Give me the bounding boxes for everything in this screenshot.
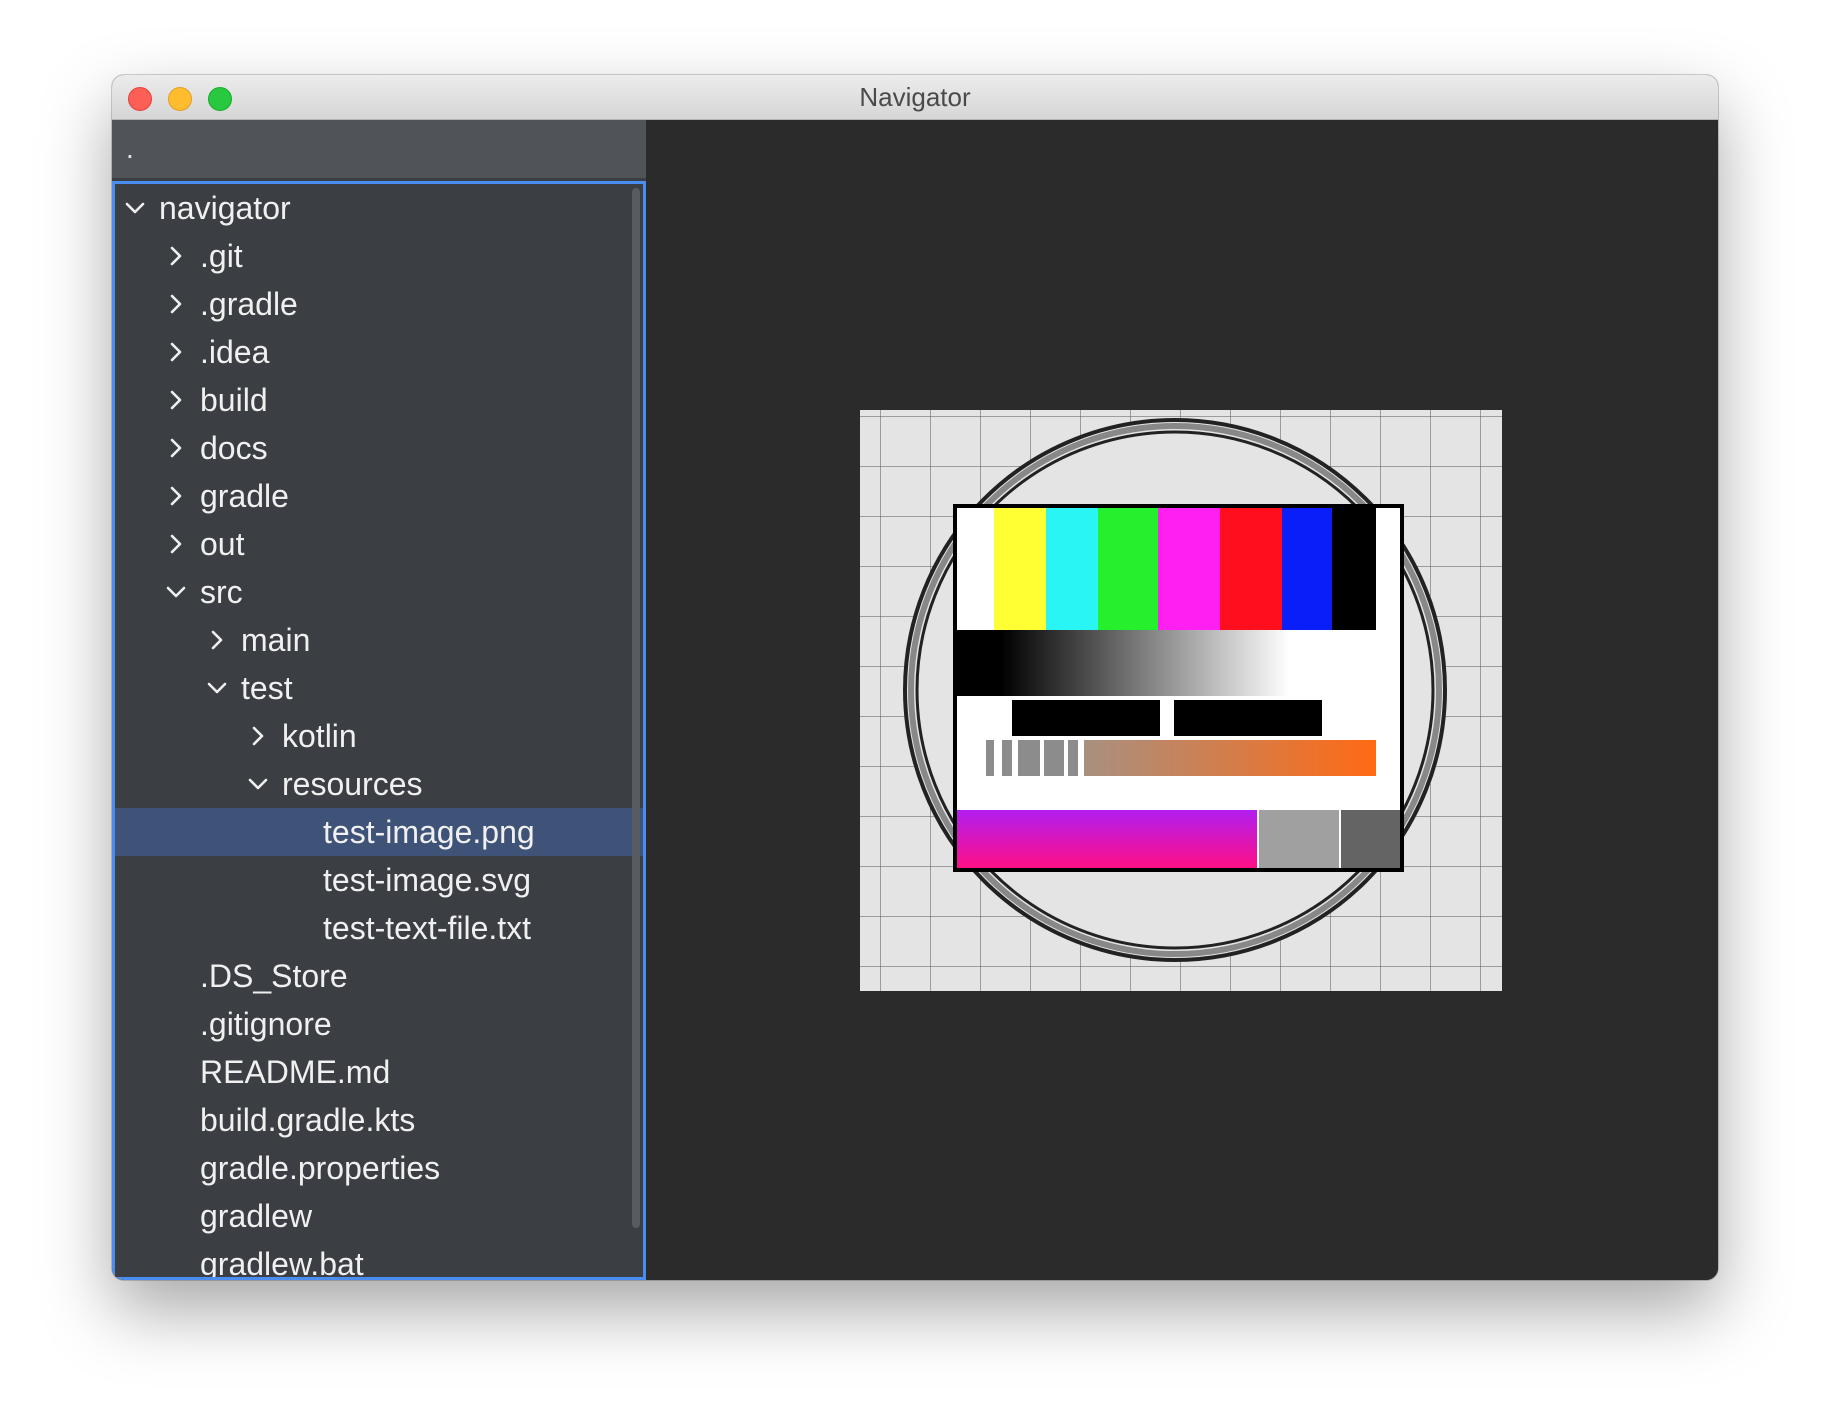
tree-row-label: .DS_Store (200, 958, 348, 994)
tree-row-label: test-text-file.txt (323, 910, 532, 946)
tree-row[interactable]: test (115, 664, 643, 712)
tree-row[interactable]: gradle.properties (115, 1144, 643, 1192)
tree-row-label: out (200, 526, 245, 562)
tree-row-label: .gitignore (200, 1006, 332, 1042)
tree-row-label: src (200, 574, 243, 610)
chevron-right-icon[interactable] (164, 484, 188, 508)
tree-row[interactable]: kotlin (115, 712, 643, 760)
file-tree-list: navigator .git .gradle .idea build docs gradle… (115, 184, 643, 1280)
preview-pane (646, 120, 1718, 1280)
tree-row[interactable]: test-image.svg (115, 856, 643, 904)
tree-row[interactable]: out (115, 520, 643, 568)
tree-row-label: resources (282, 766, 423, 802)
tree-row[interactable]: README.md (115, 1048, 643, 1096)
tree-row-label: gradlew (200, 1198, 313, 1234)
tree-row-label: gradlew.bat (200, 1246, 364, 1280)
chevron-right-icon[interactable] (164, 292, 188, 316)
chevron-right-icon[interactable] (246, 724, 270, 748)
tree-row-label: gradle.properties (200, 1150, 441, 1186)
tree-row[interactable]: docs (115, 424, 643, 472)
tree-row-label: build (200, 382, 268, 418)
tree-row[interactable]: .DS_Store (115, 952, 643, 1000)
tree-row[interactable]: .git (115, 232, 643, 280)
tree-row-label: test (241, 670, 293, 706)
tree-row[interactable]: .gitignore (115, 1000, 643, 1048)
tree-row[interactable]: .gradle (115, 280, 643, 328)
tree-row[interactable]: test-image.png (115, 808, 643, 856)
chevron-down-icon[interactable] (123, 196, 147, 220)
chevron-right-icon[interactable] (164, 244, 188, 268)
chevron-right-icon[interactable] (164, 388, 188, 412)
tree-row-label: build.gradle.kts (200, 1102, 416, 1138)
path-bar[interactable]: . (112, 120, 646, 178)
tree-row[interactable]: main (115, 616, 643, 664)
tree-row[interactable]: build (115, 376, 643, 424)
tree-row[interactable]: build.gradle.kts (115, 1096, 643, 1144)
tree-row[interactable]: .idea (115, 328, 643, 376)
file-tree[interactable]: navigator .git .gradle .idea build docs gradle… (112, 181, 646, 1280)
tree-scrollbar[interactable] (632, 188, 640, 1228)
tree-row-label: docs (200, 430, 268, 466)
tree-row[interactable]: src (115, 568, 643, 616)
chevron-down-icon[interactable] (164, 580, 188, 604)
tree-row-label: test-image.svg (323, 862, 532, 898)
tree-row-label: gradle (200, 478, 289, 514)
tree-row-label: test-image.png (323, 814, 535, 850)
app-window: Navigator . navigator .git .gradle .idea bui… (112, 75, 1718, 1280)
tree-row[interactable]: resources (115, 760, 643, 808)
window-title: Navigator (859, 82, 971, 112)
chevron-right-icon[interactable] (164, 436, 188, 460)
tree-row[interactable]: navigator (115, 184, 643, 232)
tree-row-label: main (241, 622, 311, 658)
tree-row-label: navigator (159, 190, 291, 226)
chevron-right-icon[interactable] (164, 340, 188, 364)
tree-row-label: .gradle (200, 286, 298, 322)
tree-row-label: kotlin (282, 718, 357, 754)
tree-row-label: .idea (200, 334, 270, 370)
tree-row-label: README.md (200, 1054, 391, 1090)
chevron-right-icon[interactable] (205, 628, 229, 652)
tree-row[interactable]: gradlew.bat (115, 1240, 643, 1280)
chevron-down-icon[interactable] (246, 772, 270, 796)
tree-row[interactable]: gradlew (115, 1192, 643, 1240)
chevron-right-icon[interactable] (164, 532, 188, 556)
sidebar: . navigator .git .gradle .idea build docs grad… (112, 120, 646, 1280)
test-card-image (860, 410, 1502, 991)
tree-row[interactable]: test-text-file.txt (115, 904, 643, 952)
chevron-down-icon[interactable] (205, 676, 229, 700)
title-bar[interactable]: Navigator (112, 75, 1718, 120)
tree-row[interactable]: gradle (115, 472, 643, 520)
tree-row-label: .git (200, 238, 243, 274)
